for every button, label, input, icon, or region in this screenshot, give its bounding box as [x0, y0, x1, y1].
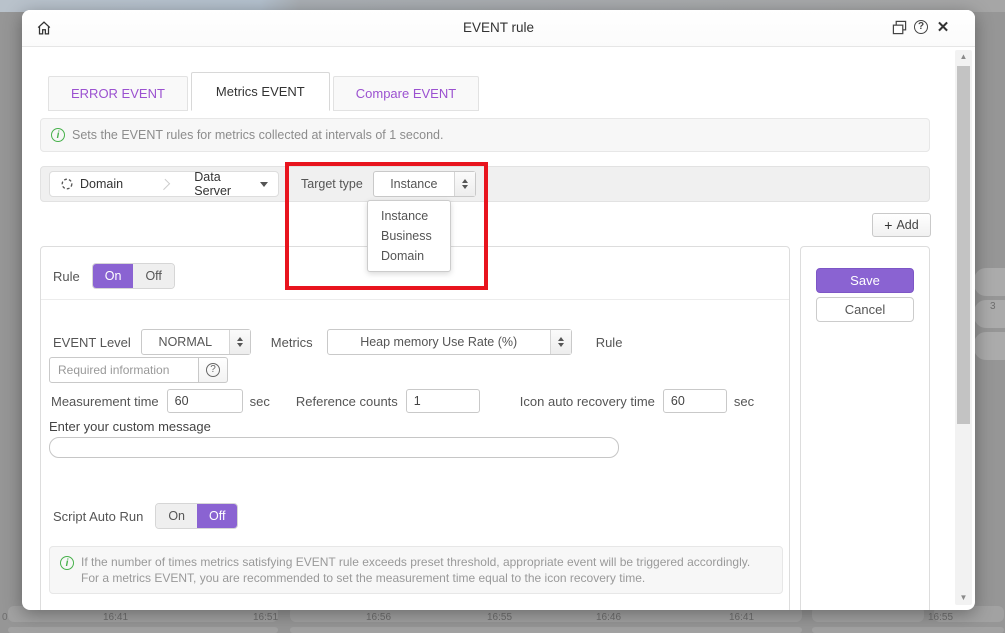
vertical-scrollbar[interactable]: ▲ ▼: [955, 50, 972, 605]
rule-label: Rule: [53, 269, 80, 284]
custom-message-input[interactable]: [49, 437, 619, 458]
metrics-value: Heap memory Use Rate (%): [328, 330, 550, 354]
action-panel: Save Cancel: [800, 246, 930, 610]
help-icon[interactable]: ?: [913, 19, 929, 35]
breadcrumb-root-label: Domain: [80, 177, 123, 191]
background-timestamp: 16:56: [366, 612, 391, 623]
dialog-title: EVENT rule: [22, 20, 975, 35]
info-banner: i Sets the EVENT rules for metrics colle…: [40, 118, 930, 152]
event-level-select[interactable]: NORMAL: [141, 329, 251, 355]
target-type-label: Target type: [301, 177, 363, 191]
event-level-value: NORMAL: [142, 330, 229, 354]
add-button-label: Add: [896, 218, 918, 232]
dropdown-option-instance[interactable]: Instance: [368, 206, 450, 226]
background-widget: [974, 268, 1005, 296]
caret-down-icon: [260, 182, 268, 187]
icon-auto-recovery-label: Icon auto recovery time: [520, 394, 655, 409]
background-timestamp: 16:55: [928, 612, 953, 623]
sec-unit: sec: [250, 394, 270, 409]
required-information-group: ?: [49, 357, 228, 383]
tab-compare-event[interactable]: Compare EVENT: [333, 76, 479, 111]
chevron-right-icon: [159, 178, 170, 189]
background-tick: 3: [990, 301, 996, 312]
rule-toggle: On Off: [92, 263, 175, 289]
event-level-label: EVENT Level: [53, 335, 131, 350]
scrollbar-thumb[interactable]: [957, 66, 970, 424]
background-timestamp: 16:46: [596, 612, 621, 623]
script-auto-run-label: Script Auto Run: [53, 509, 143, 524]
domain-breadcrumb[interactable]: Domain Data Server: [49, 171, 279, 197]
sec-unit: sec: [734, 394, 754, 409]
domain-icon: [60, 177, 74, 191]
background-timestamp: 16:51: [253, 612, 278, 623]
reference-counts-input[interactable]: [406, 389, 480, 413]
event-rule-dialog: EVENT rule ? ✕ ▲ ▼ ERROR EVENT Metrics E…: [22, 10, 975, 610]
save-button[interactable]: Save: [816, 268, 914, 293]
add-button[interactable]: + Add: [872, 213, 931, 237]
tab-metrics-event[interactable]: Metrics EVENT: [191, 72, 330, 111]
spinner-icon: [229, 330, 250, 354]
script-on-button[interactable]: On: [156, 504, 197, 528]
rule-off-button[interactable]: Off: [133, 264, 173, 288]
background-timestamp: 16:41: [729, 612, 754, 623]
measurement-time-input[interactable]: [167, 389, 243, 413]
dropdown-option-business[interactable]: Business: [368, 226, 450, 246]
info-note-line1: If the number of times metrics satisfyin…: [81, 555, 750, 569]
target-type-select[interactable]: Instance: [373, 171, 476, 197]
rule-on-button[interactable]: On: [93, 264, 134, 288]
section-divider: [41, 299, 789, 300]
custom-message-label: Enter your custom message: [49, 419, 211, 434]
rule-form-panel: Rule On Off EVENT Level NORMAL Metrics H…: [40, 246, 790, 610]
dropdown-option-domain[interactable]: Domain: [368, 246, 450, 266]
plus-icon: +: [884, 218, 892, 232]
background-panel: [812, 627, 1004, 633]
background-axis-tick: 0: [2, 612, 8, 623]
icon-auto-recovery-input[interactable]: [663, 389, 727, 413]
reference-counts-label: Reference counts: [296, 394, 398, 409]
close-icon[interactable]: ✕: [935, 19, 951, 35]
scroll-up-icon[interactable]: ▲: [955, 50, 972, 64]
target-type-value: Instance: [374, 172, 454, 196]
target-type-dropdown: Instance Business Domain: [367, 200, 451, 272]
metrics-select[interactable]: Heap memory Use Rate (%): [327, 329, 572, 355]
background-timestamp: 16:41: [103, 612, 128, 623]
dialog-header-actions: ? ✕: [891, 19, 951, 35]
scroll-down-icon[interactable]: ▼: [955, 591, 972, 605]
cancel-button[interactable]: Cancel: [816, 297, 914, 322]
background-timestamp: 16:55: [487, 612, 512, 623]
metrics-label: Metrics: [271, 335, 313, 350]
background-panel: [8, 627, 278, 633]
script-off-button[interactable]: Off: [197, 504, 237, 528]
required-information-input[interactable]: [49, 357, 199, 383]
info-icon: i: [51, 128, 65, 142]
rule-help-button[interactable]: ?: [199, 357, 228, 383]
info-note-line2: For a metrics EVENT, you are recommended…: [60, 570, 772, 586]
dialog-header: EVENT rule ? ✕: [22, 10, 975, 47]
threshold-info-note: i If the number of times metrics satisfyi…: [49, 546, 783, 594]
breadcrumb-selected-label: Data Server: [194, 170, 246, 198]
script-auto-run-toggle: On Off: [155, 503, 238, 529]
background-panel: [290, 627, 802, 633]
rule-column-label: Rule: [596, 335, 623, 350]
target-toolbar: Domain Data Server Target type Instance: [40, 166, 930, 202]
popout-icon[interactable]: [891, 19, 907, 35]
info-icon: i: [60, 556, 74, 570]
background-widget: [974, 332, 1005, 360]
event-tabs: ERROR EVENT Metrics EVENT Compare EVENT: [48, 72, 482, 111]
spinner-icon: [550, 330, 571, 354]
spinner-icon: [454, 172, 475, 196]
measurement-time-label: Measurement time: [51, 394, 159, 409]
tab-error-event[interactable]: ERROR EVENT: [48, 76, 188, 111]
info-banner-text: Sets the EVENT rules for metrics collect…: [72, 128, 443, 142]
